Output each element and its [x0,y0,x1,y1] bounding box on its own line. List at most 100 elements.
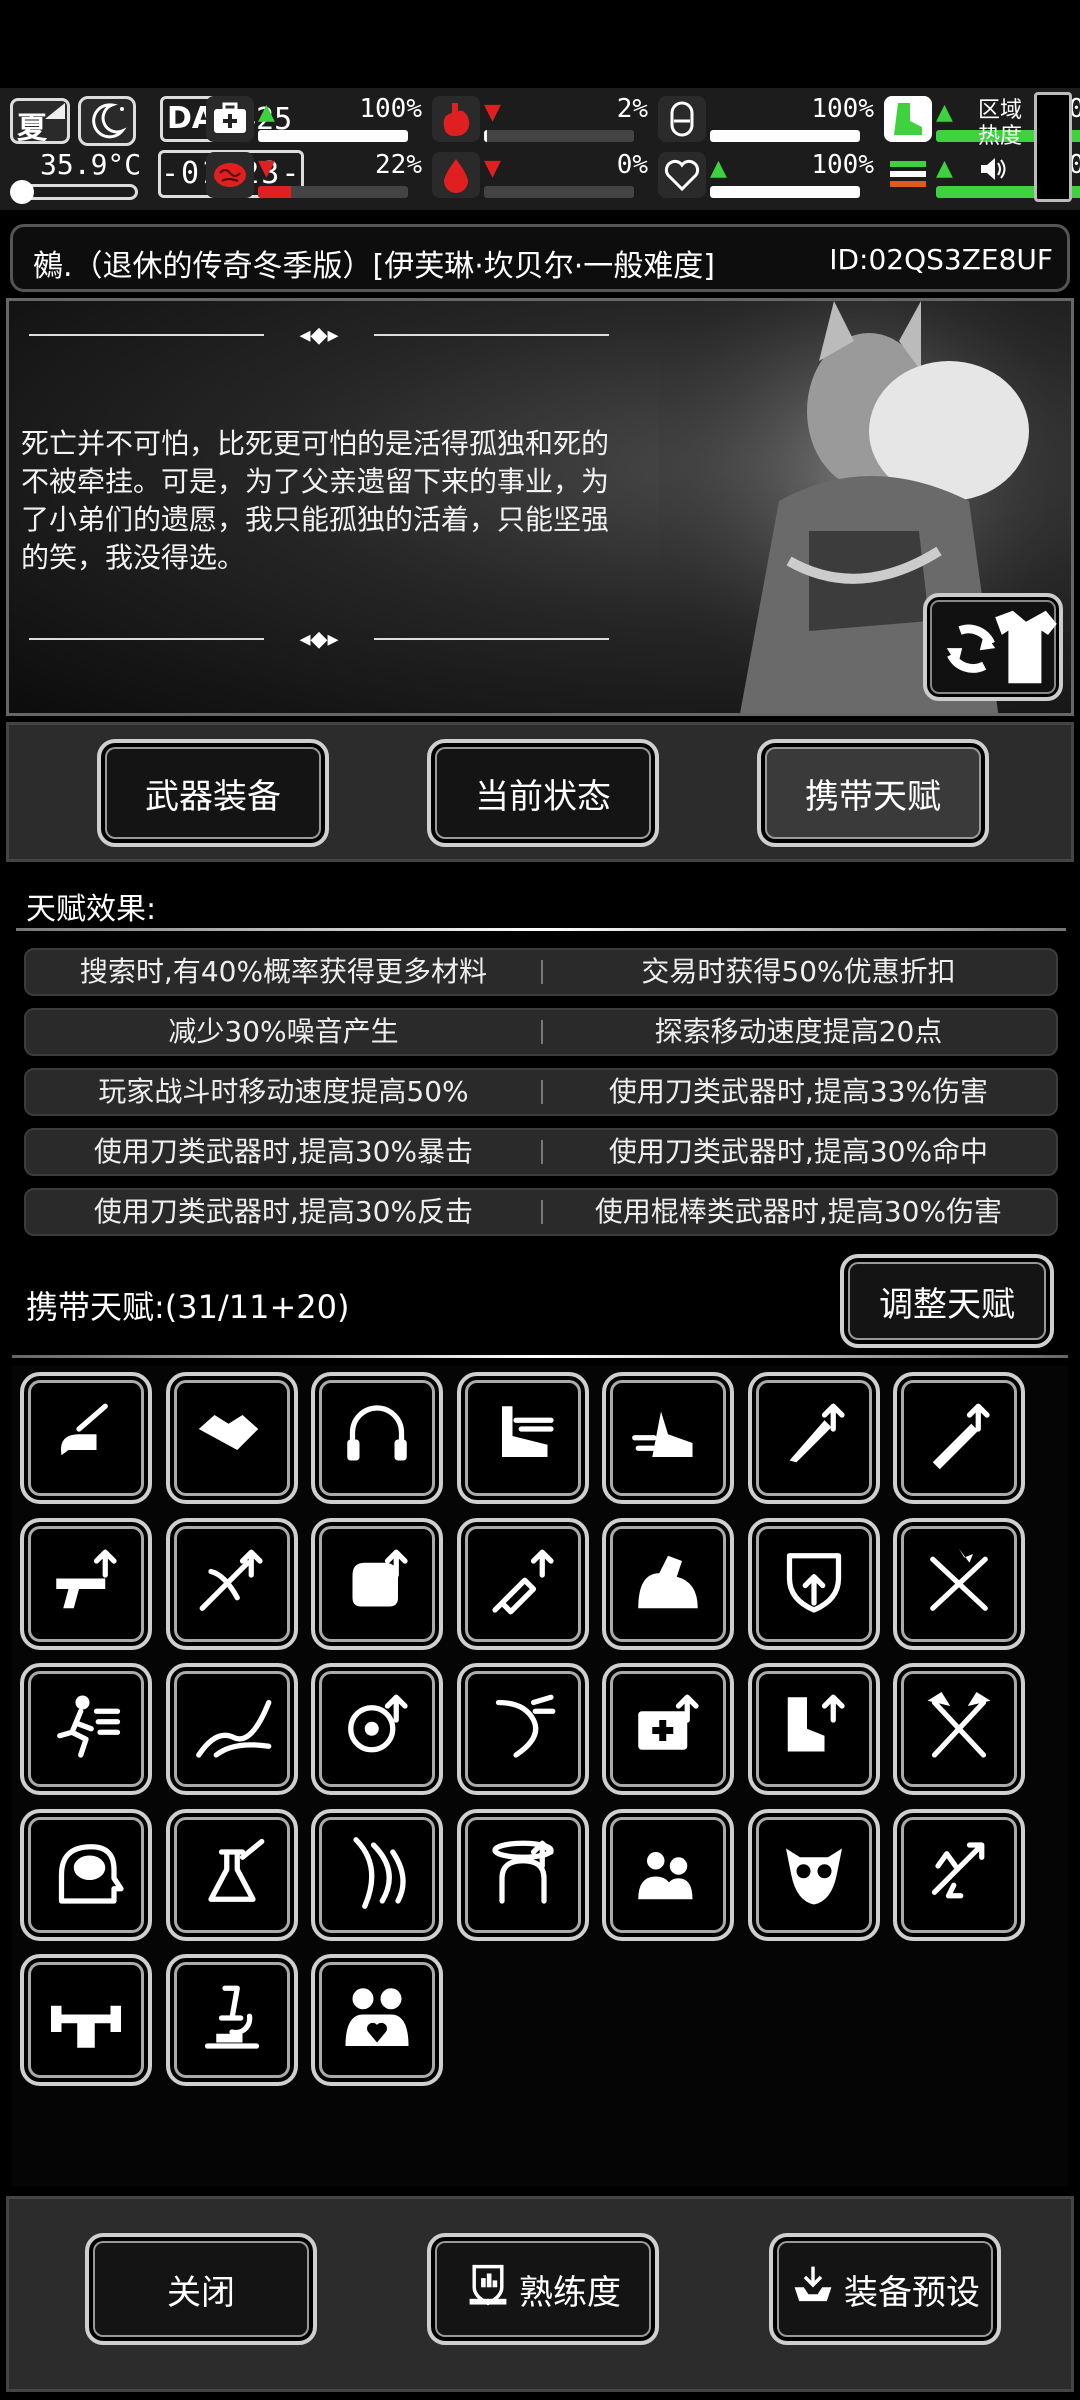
effect-text: 使用刀类武器时,提高30%反击 [93,1195,474,1228]
arrow-up-icon: ▲ [258,100,275,125]
effect-row: 减少30%噪音产生 探索移动速度提高20点 [24,1008,1058,1056]
talent-slot[interactable] [747,1663,880,1795]
team-up-icon [626,1831,710,1919]
talent-slot[interactable] [311,1808,443,1941]
talent-slot[interactable] [602,1372,734,1504]
talent-slot[interactable] [165,1517,298,1650]
tab-bar: 武器装备 当前状态 携带天赋 [6,722,1074,862]
dumbbell-icon [44,1976,128,2064]
talent-slot[interactable] [20,1663,152,1795]
effect-text: 使用刀类武器时,提高30%暴击 [93,1135,474,1168]
talent-slot[interactable] [456,1372,589,1504]
region-heat: 区域 热度 [978,98,1024,198]
heart-icon [658,152,706,198]
syringe-up-icon [481,1540,565,1628]
talent-slot[interactable] [602,1663,734,1795]
head-brain-icon [44,1831,128,1919]
arrow-up-icon: ▲ [936,156,953,181]
running-man-icon [44,1685,128,1773]
crossed-blades-icon [917,1540,1001,1628]
talent-slot[interactable] [602,1808,734,1941]
hydration-icon [658,96,706,142]
dodge-arm-icon [481,1685,565,1773]
stat-stomach: ▼ 2% [432,94,652,146]
stat-value: 100% [359,94,422,124]
talent-slot[interactable] [747,1517,880,1650]
effect-text: 交易时获得50%优惠折扣 [641,955,956,988]
effect-row: 使用刀类武器时,提高30%暴击 使用刀类武器时,提高30%命中 [24,1128,1058,1176]
talent-slot[interactable] [311,1954,443,2086]
boot-up-icon [772,1685,856,1773]
knife-up-icon [772,1394,856,1482]
talent-slot[interactable] [602,1517,734,1650]
talent-slot[interactable] [893,1808,1025,1941]
top-ornament: ◂◆▸ [29,323,609,348]
claw-icon [335,1831,419,1919]
flask-icon [190,1831,274,1919]
speaker-icon[interactable] [978,154,1024,192]
talent-slot[interactable] [456,1663,589,1795]
talent-slot[interactable] [165,1663,298,1795]
arrow-down-icon: ▼ [484,100,501,125]
close-button-label: 关闭 [167,2272,235,2313]
effect-text: 探索移动速度提高20点 [654,1015,943,1048]
talent-slot[interactable] [893,1517,1025,1650]
boot-icon [884,96,932,142]
talent-slot[interactable] [20,1808,152,1941]
proficiency-button-label: 熟练度 [519,2272,621,2313]
podium-icon [465,2262,511,2317]
adjust-talents-button[interactable]: 调整天赋 [840,1254,1054,1348]
temperature-indicator: 35.9°C [10,148,141,204]
proficiency-button[interactable]: 熟练度 [427,2233,659,2345]
talent-slot[interactable] [311,1517,443,1650]
crossbow-up-icon [190,1540,274,1628]
stat-first-aid: ▲ 100% [206,94,426,146]
talent-slot[interactable] [20,1954,152,2086]
talent-slot[interactable] [165,1372,298,1504]
talent-slot[interactable] [747,1372,880,1504]
medkit-up-icon [626,1685,710,1773]
equipment-preset-button[interactable]: 装备预设 [769,2233,1001,2345]
search-hand-icon [44,1394,128,1482]
sneak-shoe-icon [481,1394,565,1482]
talent-slot[interactable] [20,1517,152,1650]
preset-tray-icon [790,2262,836,2317]
effect-text: 使用棍棒类武器时,提高30%伤害 [594,1195,1003,1228]
stamina-icon [884,152,932,198]
recycle-arrow-icon [917,1831,1001,1919]
stat-value: 100% [811,94,874,124]
stat-value: 0% [616,150,648,180]
carried-talents-count: 携带天赋:(31/11+20) [26,1288,350,1326]
talent-slot[interactable] [20,1372,152,1504]
season-label: 夏 [17,111,47,146]
character-title-bar: 鵺.（退休的传奇冬季版）[伊芙琳·坎贝尔·一般难度] ID:02QS3ZE8UF [10,224,1070,292]
arrow-down-icon: ▼ [258,156,275,181]
stat-value: 100% [811,150,874,180]
stat-bar [258,130,408,142]
owl-icon [772,1831,856,1919]
talent-slot[interactable] [165,1954,298,2086]
effect-text: 使用刀类武器时,提高33%伤害 [608,1075,989,1108]
talent-slot[interactable] [165,1808,298,1941]
stat-brain: ▼ 22% [206,150,426,202]
talent-slot[interactable] [747,1808,880,1941]
talent-slot[interactable] [893,1372,1025,1504]
thermometer-icon [10,180,34,204]
muscle-icon [626,1540,710,1628]
effect-row: 搜索时,有40%概率获得更多材料 交易时获得50%优惠折扣 [24,948,1058,996]
stat-bar [710,130,860,142]
player-id: ID:02QS3ZE8UF [829,243,1053,276]
dash-icon [626,1394,710,1482]
talent-slot[interactable] [456,1517,589,1650]
talent-slot[interactable] [456,1808,589,1941]
outfit-swap-button[interactable] [923,593,1063,701]
talent-slot[interactable] [311,1663,443,1795]
effect-row: 玩家战斗时移动速度提高50% 使用刀类武器时,提高33%伤害 [24,1068,1058,1116]
talent-slot[interactable] [311,1372,443,1504]
effect-text: 使用刀类武器时,提高30%命中 [608,1135,989,1168]
tab-carried-talents[interactable]: 携带天赋 [757,739,989,847]
close-button[interactable]: 关闭 [85,2233,317,2345]
tab-current-status[interactable]: 当前状态 [427,739,659,847]
talent-slot[interactable] [893,1663,1025,1795]
tab-weapon-equipment[interactable]: 武器装备 [97,739,329,847]
